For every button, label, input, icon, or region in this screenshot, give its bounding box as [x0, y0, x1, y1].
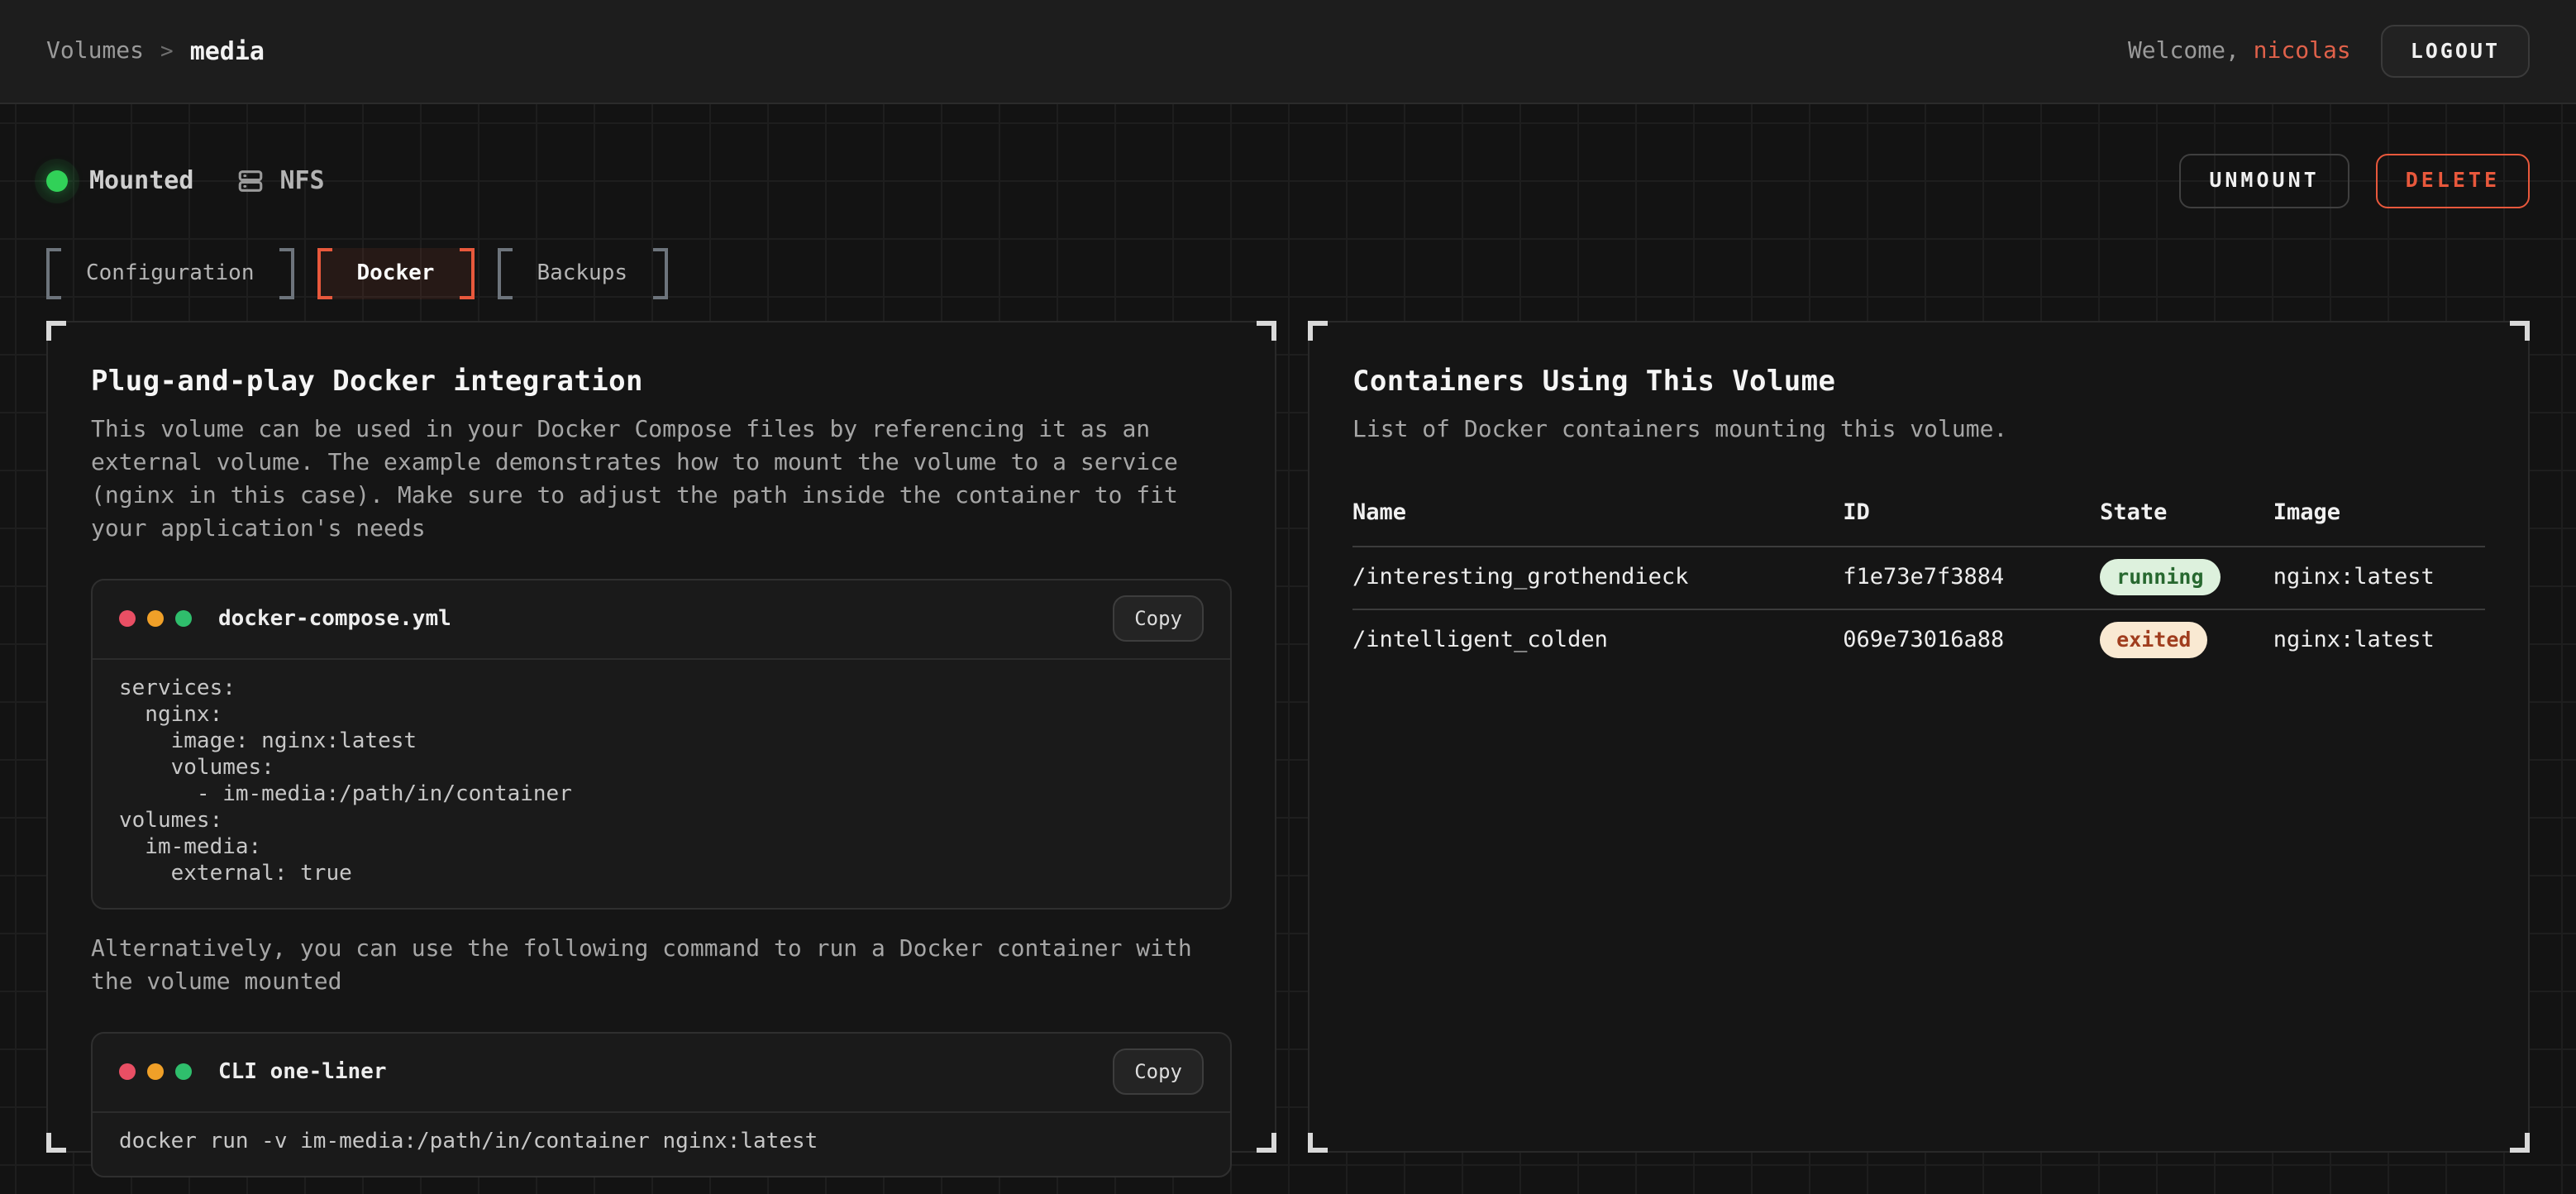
- breadcrumb-current-volume: media: [190, 36, 265, 66]
- tab-backups[interactable]: Backups: [497, 247, 667, 298]
- tab-docker[interactable]: Docker: [317, 247, 475, 298]
- panels: Plug-and-play Docker integration This vo…: [46, 320, 2530, 1152]
- containers-panel-subtitle: List of Docker containers mounting this …: [1352, 413, 2485, 446]
- volume-driver: NFS: [236, 166, 324, 196]
- mounted-status-dot-icon: [46, 170, 68, 192]
- containers-panel: Containers Using This Volume List of Doc…: [1308, 320, 2530, 1152]
- container-state-cell: exited: [2100, 621, 2273, 659]
- panel-corner: [2510, 320, 2530, 340]
- topbar-right: Welcome, nicolas LOGOUT: [2128, 25, 2530, 79]
- breadcrumb-volumes[interactable]: Volumes: [46, 38, 144, 64]
- panel-corner: [1308, 320, 1328, 340]
- docker-panel-title: Plug-and-play Docker integration: [91, 365, 1232, 398]
- logout-button[interactable]: LOGOUT: [2381, 25, 2530, 79]
- delete-button[interactable]: DELETE: [2376, 154, 2530, 208]
- cli-copy-button[interactable]: Copy: [1113, 1048, 1204, 1096]
- container-name: /intelligent_colden: [1352, 627, 1843, 653]
- column-header-id: ID: [1843, 499, 2100, 525]
- panel-corner: [1257, 320, 1276, 340]
- containers-panel-title: Containers Using This Volume: [1352, 365, 2485, 398]
- state-badge: running: [2100, 558, 2220, 596]
- breadcrumb: Volumes > media: [46, 36, 265, 66]
- cli-filename: CLI one-liner: [218, 1059, 387, 1084]
- container-image: nginx:latest: [2273, 564, 2485, 590]
- breadcrumb-separator-icon: >: [160, 39, 174, 64]
- traffic-dot-green-icon: [175, 1063, 192, 1080]
- server-icon: [236, 167, 265, 195]
- traffic-dot-red-icon: [119, 610, 136, 627]
- container-state-cell: running: [2100, 558, 2273, 596]
- traffic-dot-amber-icon: [147, 1063, 164, 1080]
- main-area: Mounted NFS UNMOUNT DELETE Configuration…: [0, 104, 2576, 1194]
- compose-copy-button[interactable]: Copy: [1113, 595, 1204, 642]
- docker-integration-panel: Plug-and-play Docker integration This vo…: [46, 320, 1276, 1152]
- panel-corner: [2510, 1132, 2530, 1152]
- compose-filename: docker-compose.yml: [218, 606, 451, 631]
- unmount-button[interactable]: UNMOUNT: [2179, 154, 2349, 208]
- compose-code-header: docker-compose.yml Copy: [93, 580, 1230, 659]
- container-image: nginx:latest: [2273, 627, 2485, 653]
- tab-bar: Configuration Docker Backups: [46, 247, 2530, 298]
- driver-label: NFS: [279, 166, 324, 196]
- welcome-text: Welcome, nicolas: [2128, 38, 2351, 64]
- traffic-dots: [119, 610, 192, 627]
- traffic-dots: [119, 1063, 192, 1080]
- tab-configuration[interactable]: Configuration: [46, 247, 294, 298]
- mounted-status-label: Mounted: [89, 166, 193, 196]
- container-id: 069e73016a88: [1843, 627, 2100, 653]
- panel-corner: [46, 1132, 66, 1152]
- status-row: Mounted NFS UNMOUNT DELETE: [46, 104, 2530, 208]
- cli-code-block: CLI one-liner Copy docker run -v im-medi…: [91, 1031, 1232, 1177]
- containers-table: Name ID State Image /interesting_grothen…: [1352, 489, 2485, 671]
- username: nicolas: [2254, 38, 2351, 64]
- cli-code-header: CLI one-liner Copy: [93, 1033, 1230, 1112]
- table-row: /interesting_grothendieck f1e73e7f3884 r…: [1352, 545, 2485, 608]
- traffic-dot-green-icon: [175, 610, 192, 627]
- state-badge: exited: [2100, 621, 2207, 659]
- column-header-image: Image: [2273, 499, 2485, 525]
- container-name: /interesting_grothendieck: [1352, 564, 1843, 590]
- cli-intro-text: Alternatively, you can use the following…: [91, 932, 1232, 998]
- containers-table-header: Name ID State Image: [1352, 489, 2485, 545]
- docker-panel-description: This volume can be used in your Docker C…: [91, 413, 1232, 545]
- cli-code-content: docker run -v im-media:/path/in/containe…: [93, 1112, 1230, 1175]
- container-id: f1e73e7f3884: [1843, 564, 2100, 590]
- top-bar: Volumes > media Welcome, nicolas LOGOUT: [0, 0, 2576, 104]
- table-row: /intelligent_colden 069e73016a88 exited …: [1352, 608, 2485, 671]
- compose-code-block: docker-compose.yml Copy services: nginx:…: [91, 578, 1232, 909]
- panel-corner: [1257, 1132, 1276, 1152]
- column-header-name: Name: [1352, 499, 1843, 525]
- panel-corner: [1308, 1132, 1328, 1152]
- mount-status: Mounted: [46, 166, 193, 196]
- traffic-dot-red-icon: [119, 1063, 136, 1080]
- traffic-dot-amber-icon: [147, 610, 164, 627]
- volume-actions: UNMOUNT DELETE: [2179, 154, 2530, 208]
- panel-corner: [46, 320, 66, 340]
- compose-code-content: services: nginx: image: nginx:latest vol…: [93, 659, 1230, 907]
- welcome-prefix: Welcome,: [2128, 38, 2254, 64]
- column-header-state: State: [2100, 499, 2273, 525]
